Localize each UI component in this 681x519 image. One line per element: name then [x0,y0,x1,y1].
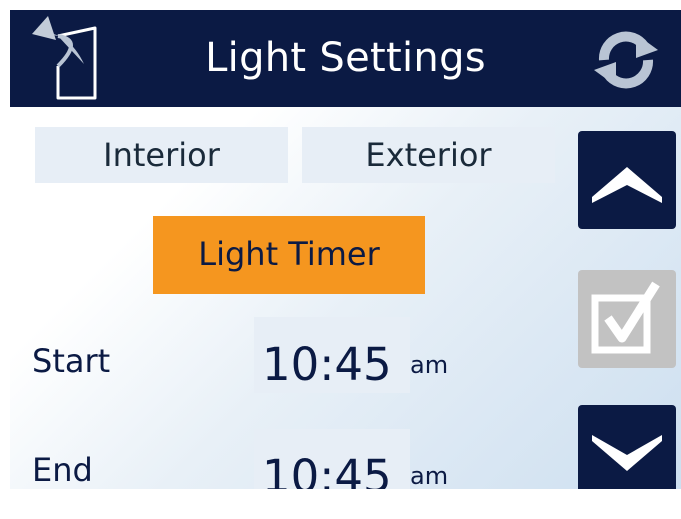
up-button[interactable] [578,131,676,229]
refresh-button[interactable] [586,20,666,100]
start-time-field[interactable]: 10:45 [254,317,410,393]
light-settings-screen: Light Settings Interior Exterior Light T… [10,10,681,489]
page-title: Light Settings [205,35,486,81]
confirm-button[interactable] [578,270,676,368]
chevron-up-icon [592,167,662,203]
chevron-down-icon [592,435,662,471]
tab-exterior[interactable]: Exterior [302,127,555,183]
start-ampm[interactable]: am [410,351,448,379]
end-time-value: 10:45 [262,450,392,489]
end-ampm[interactable]: am [410,462,448,489]
end-time-field[interactable]: 10:45 [254,429,410,489]
refresh-icon [594,31,658,89]
start-time-value: 10:45 [262,338,392,391]
down-button[interactable] [578,405,676,489]
header-bar: Light Settings [10,10,681,107]
start-label: Start [32,342,111,380]
tab-interior[interactable]: Interior [35,127,288,183]
end-label: End [32,451,93,489]
checkbox-check-icon [591,281,660,354]
light-timer-button[interactable]: Light Timer [153,216,425,294]
